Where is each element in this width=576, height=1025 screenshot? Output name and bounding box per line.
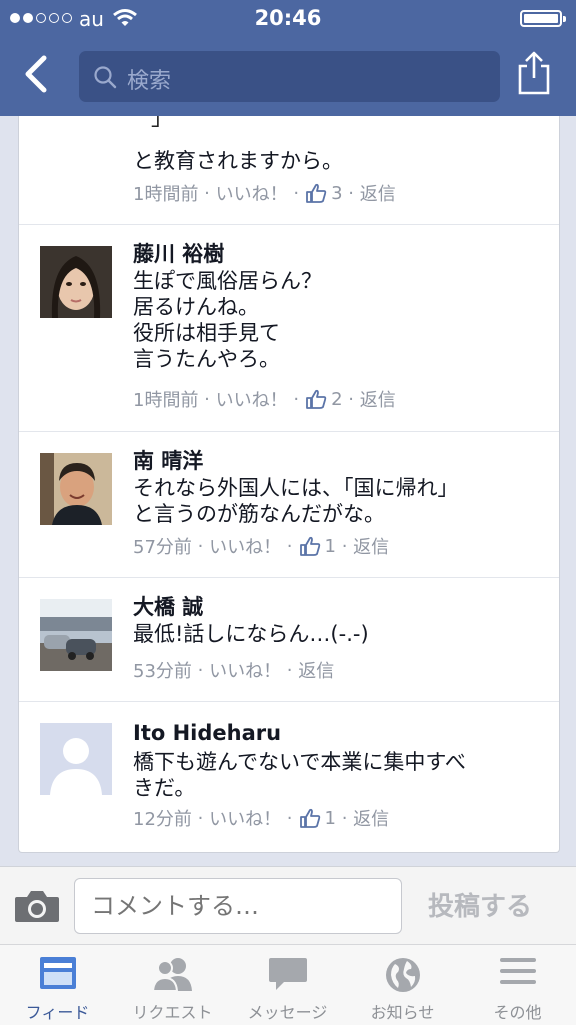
comment-meta: 12分前 · いいね！ · 1 · 返信	[133, 805, 389, 831]
friend-requests-icon	[115, 955, 230, 993]
comment-item: 藤川 裕樹 生ぽで風俗居らん？ 居るけんね。 役所は相手見て 言うたんやろ。 1…	[19, 224, 559, 432]
comment-text: と教育されますから。	[133, 149, 343, 173]
comment-text: 最低!話しにならん…(-.-)	[133, 622, 369, 646]
tab-label: メッセージ	[247, 1003, 328, 1022]
tab-more[interactable]: その他	[460, 945, 576, 1025]
tab-feed[interactable]: フィード	[0, 945, 115, 1025]
feed-icon	[0, 955, 115, 991]
comment-text: 橋下も遊んでないで本業に集中すべ きだ。	[133, 750, 466, 800]
search-field[interactable]: 検索	[79, 51, 500, 102]
menu-icon	[460, 955, 575, 987]
comment-composer: 投稿する	[0, 866, 576, 945]
tab-requests[interactable]: リクエスト	[115, 945, 230, 1025]
thumbs-up-icon	[305, 182, 327, 204]
avatar[interactable]	[40, 246, 112, 318]
comment-meta: 1時間前 · いいね！ · 3 · 返信	[133, 180, 396, 206]
reply-link[interactable]: 返信	[353, 805, 389, 831]
status-bar: au 20:46	[0, 0, 576, 38]
post-button[interactable]: 投稿する	[428, 886, 532, 923]
tab-notifications[interactable]: お知らせ	[345, 945, 460, 1025]
like-count: 1	[324, 535, 336, 557]
comment-text: それなら外国人には、「国に帰れ」 と言うのが筋なんだがな。	[133, 476, 459, 526]
tab-messages[interactable]: メッセージ	[230, 945, 345, 1025]
share-icon	[518, 51, 550, 95]
camera-icon[interactable]	[14, 889, 60, 927]
comment-item: 南 晴洋 それなら外国人には、「国に帰れ」 と言うのが筋なんだがな。 57分前 …	[19, 431, 559, 578]
commenter-name[interactable]: Ito Hideharu	[133, 721, 281, 745]
reply-link[interactable]: 返信	[298, 657, 334, 683]
share-button[interactable]	[516, 50, 552, 100]
comment-time: 12分前	[133, 809, 192, 830]
avatar[interactable]	[40, 599, 112, 671]
back-button[interactable]	[22, 54, 62, 98]
tab-label: フィード	[25, 1003, 90, 1022]
like-count: 2	[331, 388, 343, 410]
comment-item: Ito Hideharu 橋下も遊んでないで本業に集中すべ きだ。 12分前 ·…	[19, 701, 559, 852]
like-link[interactable]: いいね！	[209, 657, 281, 683]
battery-icon	[520, 10, 566, 27]
tab-bar: フィード リクエスト メッセージ お知らせ その他	[0, 944, 576, 1025]
comment-meta: 57分前 · いいね！ · 1 · 返信	[133, 533, 389, 559]
like-link[interactable]: いいね！	[209, 805, 281, 831]
comment-meta: 1時間前 · いいね！ · 2 · 返信	[133, 386, 396, 412]
comment-meta: 53分前 · いいね！ · 返信	[133, 657, 334, 683]
navigation-bar: au 20:46 検索	[0, 0, 576, 116]
like-link[interactable]: いいね！	[216, 180, 288, 206]
comment-item: と教育されますから。 1時間前 · いいね！ · 3 · 返信	[19, 116, 559, 225]
search-icon	[93, 65, 117, 93]
commenter-name[interactable]: 大橋 誠	[133, 591, 203, 621]
comment-text: 生ぽで風俗居らん？ 居るけんね。 役所は相手見て 言うたんやろ。	[133, 269, 322, 371]
tab-label: お知らせ	[370, 1003, 435, 1022]
comment-time: 1時間前	[133, 390, 199, 411]
like-link[interactable]: いいね！	[209, 533, 281, 559]
search-placeholder: 検索	[127, 69, 172, 94]
tab-label: その他	[493, 1003, 542, 1022]
like-count: 3	[331, 182, 343, 204]
commenter-name[interactable]: 藤川 裕樹	[133, 238, 224, 268]
avatar[interactable]	[40, 453, 112, 525]
reply-link[interactable]: 返信	[353, 533, 389, 559]
thumbs-up-icon	[299, 535, 321, 557]
avatar[interactable]	[40, 723, 112, 795]
comment-input[interactable]	[74, 878, 402, 934]
commenter-name[interactable]: 南 晴洋	[133, 445, 203, 475]
tab-label: リクエスト	[132, 1003, 213, 1022]
globe-icon	[345, 955, 460, 995]
thumbs-up-icon	[305, 388, 327, 410]
comment-item: 大橋 誠 最低!話しにならん…(-.-) 53分前 · いいね！ · 返信	[19, 577, 559, 702]
reply-link[interactable]: 返信	[360, 180, 396, 206]
comments-list: 」 と教育されますから。 1時間前 · いいね！ · 3 · 返信 藤川 裕樹 …	[18, 116, 560, 853]
comment-time: 53分前	[133, 661, 192, 682]
messages-icon	[230, 955, 345, 993]
reply-link[interactable]: 返信	[360, 386, 396, 412]
default-avatar-icon	[40, 723, 112, 795]
thumbs-up-icon	[299, 807, 321, 829]
chevron-left-icon	[25, 55, 47, 93]
like-link[interactable]: いいね！	[216, 386, 288, 412]
comment-time: 57分前	[133, 537, 192, 558]
comment-time: 1時間前	[133, 184, 199, 205]
like-count: 1	[324, 807, 336, 829]
status-time: 20:46	[254, 6, 322, 30]
